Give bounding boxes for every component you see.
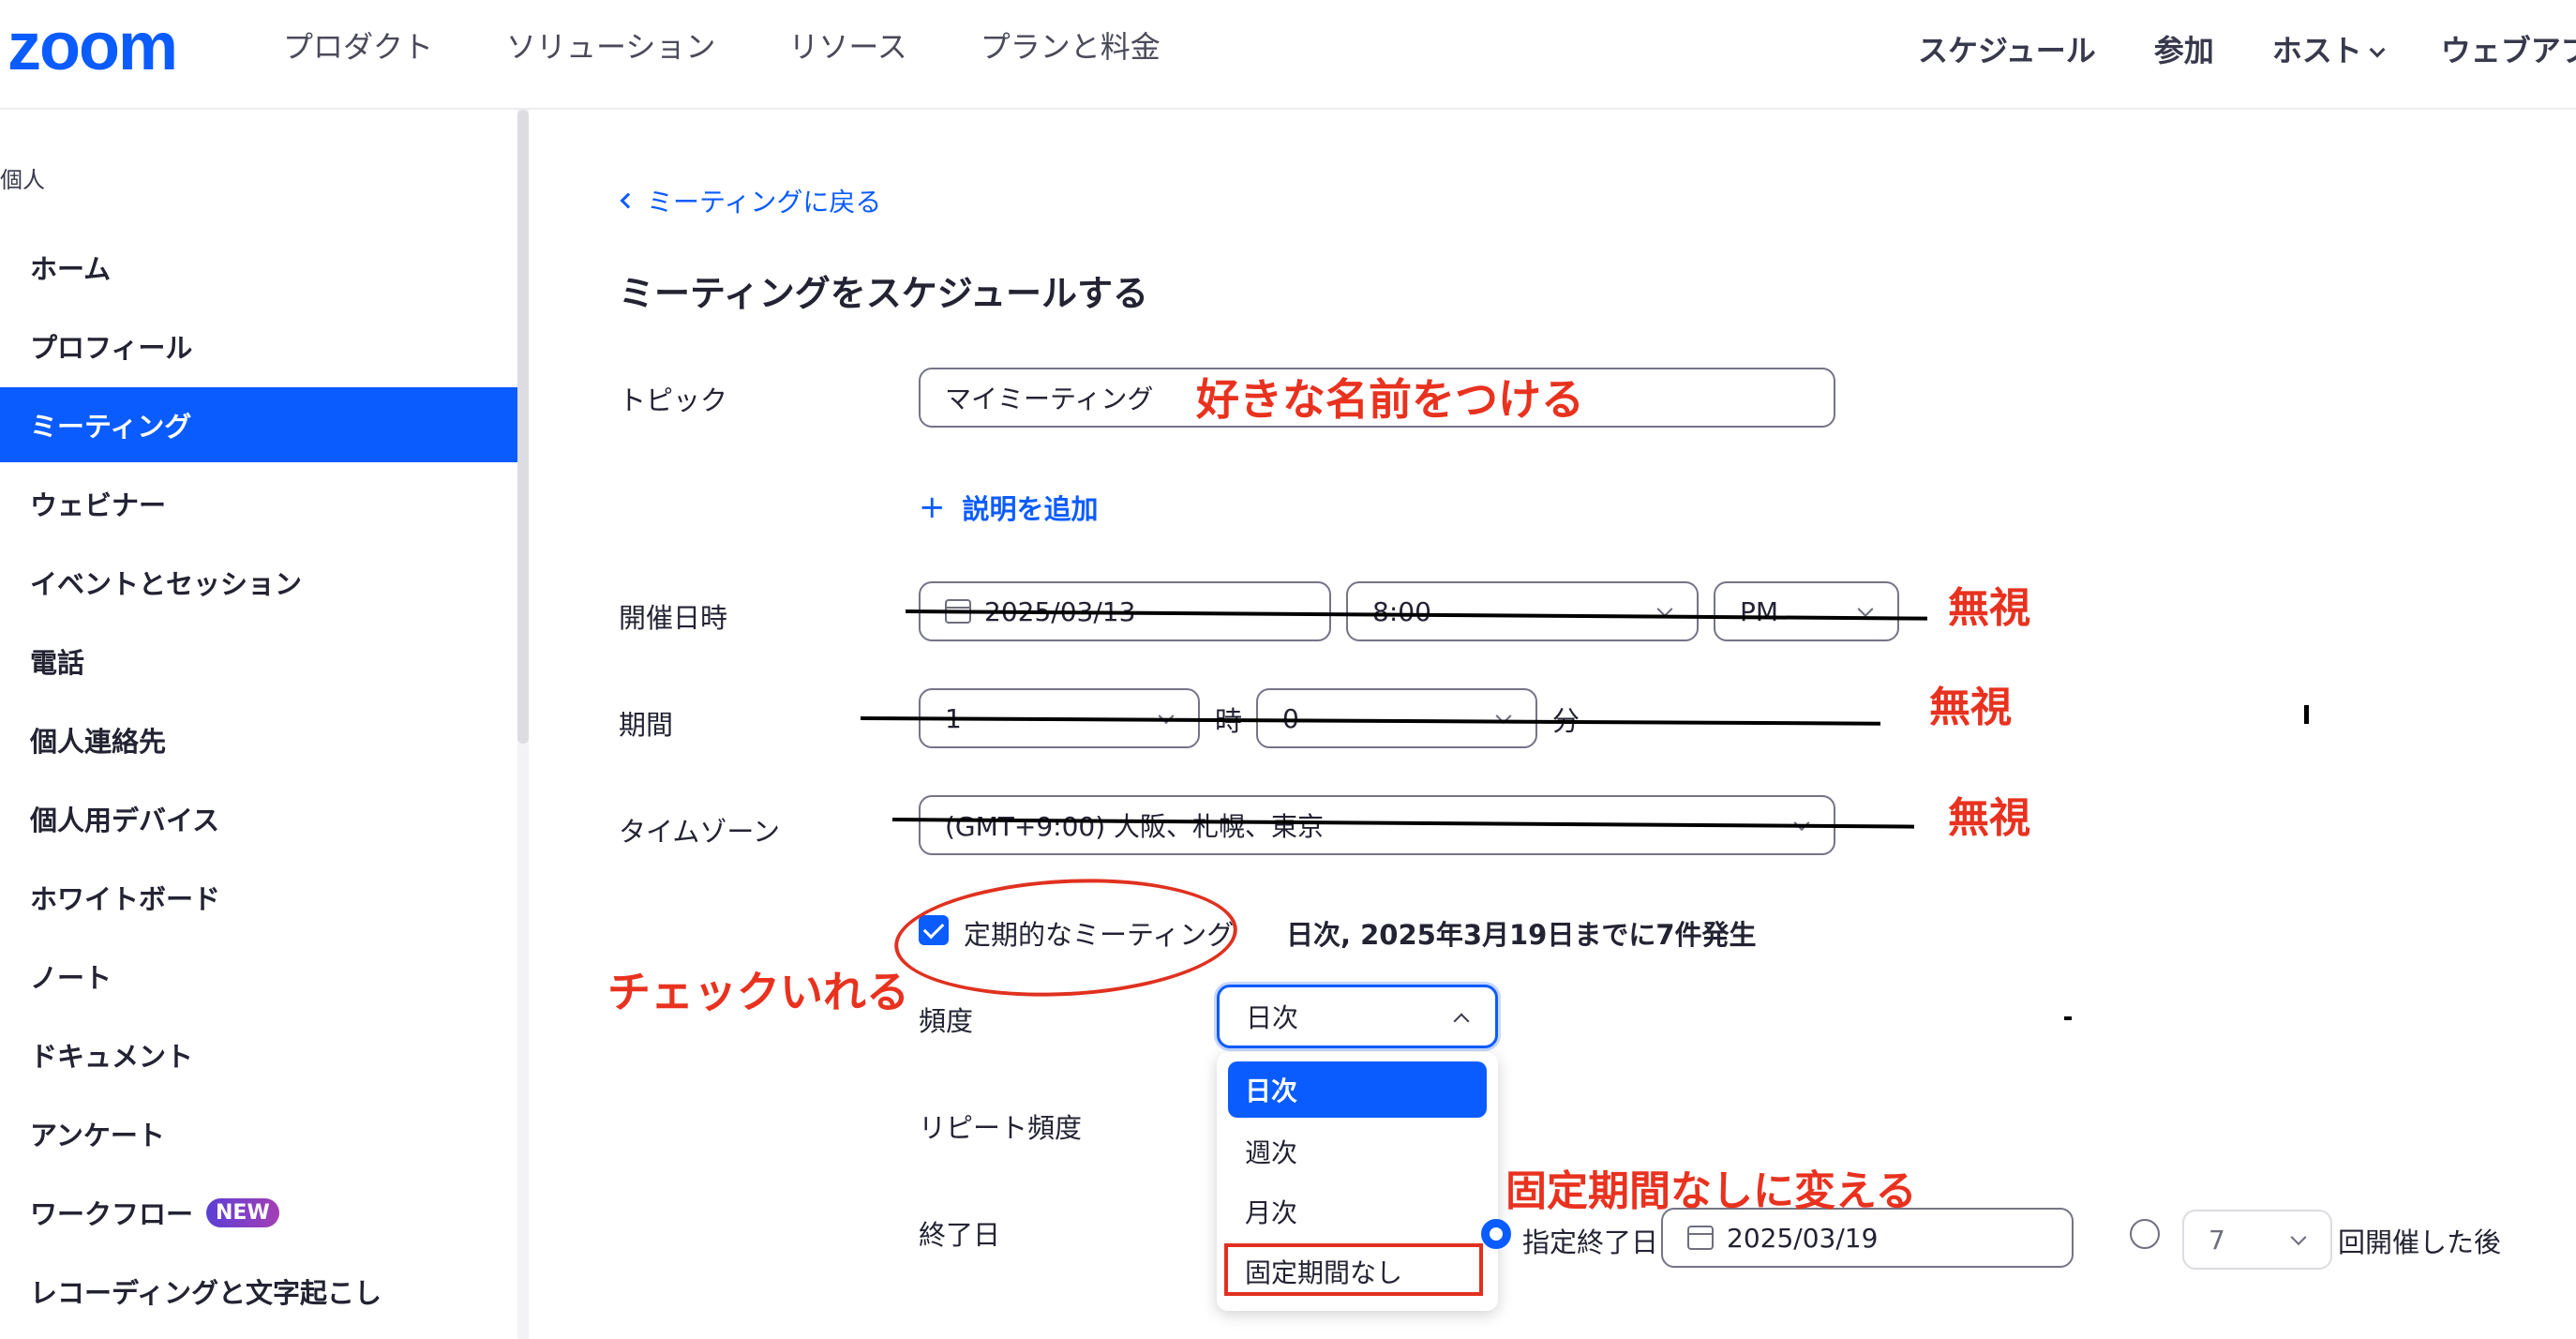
sidebar-item-label: ドキュメント bbox=[30, 1041, 194, 1073]
nav-item-products[interactable]: プロダクト bbox=[283, 26, 433, 68]
sidebar-item-whiteboards[interactable]: ホワイトボード bbox=[0, 860, 517, 935]
chevron-down-icon bbox=[2369, 41, 2386, 58]
occurrences-value: 7 bbox=[2209, 1224, 2225, 1256]
sidebar-item-label: レコーディングと文字起こし bbox=[30, 1277, 382, 1309]
top-nav: zoom プロダクト ソリューション リソース プランと料金 スケジュール 参加… bbox=[0, 0, 2576, 110]
sidebar-item-profile[interactable]: プロフィール bbox=[0, 308, 517, 384]
chevron-up-icon bbox=[1453, 1013, 1470, 1030]
sidebar-item-recordings[interactable]: レコーディングと文字起こし bbox=[0, 1254, 517, 1329]
sidebar-item-label: ミーティング bbox=[30, 411, 192, 443]
timezone-value: (GMT+9:00) 大阪、札幌、東京 bbox=[945, 811, 1325, 842]
topic-input-value: マイミーティング bbox=[945, 384, 1154, 414]
repeat-every-label: リピート頻度 bbox=[919, 1112, 1083, 1144]
nav-item-webapp[interactable]: ウェブアプ bbox=[2441, 30, 2576, 71]
chevron-down-icon bbox=[2290, 1229, 2307, 1246]
add-description-button[interactable]: + 説明を追加 bbox=[919, 488, 1099, 527]
annotation-ignore-duration: 無視 bbox=[1929, 684, 2012, 731]
ampm-select[interactable]: PM bbox=[1714, 581, 1899, 641]
occurrences-select[interactable]: 7 bbox=[2182, 1210, 2332, 1270]
nav-item-schedule[interactable]: スケジュール bbox=[1918, 30, 2096, 71]
frequency-label: 頻度 bbox=[919, 1005, 974, 1037]
annotation-name-it: 好きな名前をつける bbox=[1196, 374, 1584, 425]
frequency-select[interactable]: 日次 bbox=[1217, 985, 1498, 1048]
sidebar-item-label: プロフィール bbox=[30, 332, 193, 364]
sidebar-item-devices[interactable]: 個人用デバイス bbox=[0, 781, 517, 856]
new-badge: NEW bbox=[206, 1197, 279, 1227]
zoom-logo[interactable]: zoom bbox=[7, 13, 178, 81]
sidebar-item-webinars[interactable]: ウェビナー bbox=[0, 466, 517, 541]
sidebar-item-events[interactable]: イベントとセッション bbox=[0, 545, 517, 620]
chevron-left-icon bbox=[620, 192, 637, 209]
calendar-icon bbox=[1687, 1226, 1714, 1250]
sidebar-item-label: ノート bbox=[30, 962, 112, 994]
timezone-label: タイムゾーン bbox=[619, 816, 780, 848]
plus-icon: + bbox=[919, 489, 946, 526]
annotation-change-to-no-fixed: 固定期間なしに変える bbox=[1505, 1167, 1917, 1215]
sidebar-scrollbar-thumb[interactable] bbox=[517, 110, 529, 744]
frequency-value: 日次 bbox=[1246, 1002, 1299, 1033]
duration-label: 期間 bbox=[619, 709, 674, 741]
end-by-date-label: 指定終了日 bbox=[1522, 1226, 1659, 1258]
end-after-occurrences-radio[interactable] bbox=[2130, 1219, 2160, 1249]
back-link-label: ミーティングに戻る bbox=[647, 187, 882, 218]
chevron-down-icon bbox=[1857, 601, 1874, 618]
annotation-ignore-datetime: 無視 bbox=[1948, 584, 2030, 632]
nav-host-label: ホスト bbox=[2271, 33, 2362, 68]
stray-mark bbox=[2304, 705, 2309, 724]
sidebar-item-phone[interactable]: 電話 bbox=[0, 624, 517, 699]
time-value: 8:00 bbox=[1372, 595, 1431, 627]
nav-item-host[interactable]: ホスト bbox=[2271, 30, 2386, 71]
back-to-meetings-link[interactable]: ミーティングに戻る bbox=[620, 182, 882, 219]
time-select[interactable]: 8:00 bbox=[1346, 581, 1699, 641]
sidebar-item-docs[interactable]: ドキュメント bbox=[0, 1017, 517, 1092]
nav-primary-menu: プロダクト ソリューション リソース プランと料金 bbox=[283, 26, 1161, 68]
sidebar-item-label: イベントとセッション bbox=[30, 568, 303, 600]
ampm-value: PM bbox=[1740, 595, 1779, 627]
sidebar-item-label: 電話 bbox=[30, 647, 85, 679]
sidebar-item-home[interactable]: ホーム bbox=[0, 230, 517, 305]
sidebar-item-label: ワークフロー bbox=[30, 1198, 194, 1230]
page-title: ミーティングをスケジュールする bbox=[619, 273, 1149, 314]
nav-item-solutions[interactable]: ソリューション bbox=[506, 26, 715, 68]
sidebar-item-workflows[interactable]: ワークフロー NEW bbox=[0, 1175, 517, 1250]
end-by-date-radio[interactable] bbox=[1481, 1219, 1511, 1249]
sidebar-item-label: アンケート bbox=[30, 1120, 165, 1151]
sidebar-item-label: ウェビナー bbox=[30, 489, 167, 521]
sidebar-item-notes[interactable]: ノート bbox=[0, 939, 517, 1014]
annotation-circle bbox=[891, 870, 1240, 1005]
after-occurrences-label: 回開催した後 bbox=[2338, 1226, 2502, 1258]
chevron-down-icon bbox=[1793, 815, 1810, 832]
add-description-label: 説明を追加 bbox=[962, 493, 1099, 525]
sidebar-item-label: ホーム bbox=[30, 253, 112, 285]
stray-mark bbox=[2064, 1016, 2072, 1020]
sidebar-item-meetings[interactable]: ミーティング bbox=[0, 387, 517, 462]
nav-item-pricing[interactable]: プランと料金 bbox=[981, 26, 1161, 68]
end-date-label: 終了日 bbox=[919, 1219, 1001, 1251]
topic-label: トピック bbox=[619, 384, 728, 416]
sidebar-item-label: 個人連絡先 bbox=[30, 726, 167, 758]
annotation-check-it: チェックいれる bbox=[607, 967, 909, 1017]
annotation-ignore-timezone: 無視 bbox=[1948, 794, 2030, 842]
nav-item-resources[interactable]: リソース bbox=[788, 26, 906, 68]
sidebar-section-personal: 個人 bbox=[0, 167, 45, 193]
sidebar-item-label: 個人用デバイス bbox=[30, 805, 220, 836]
frequency-option-daily[interactable]: 日次 bbox=[1228, 1061, 1487, 1118]
annotation-highlight-box bbox=[1224, 1243, 1483, 1296]
end-date-value: 2025/03/19 bbox=[1727, 1222, 1879, 1254]
nav-secondary-menu: スケジュール 参加 ホスト ウェブアプ bbox=[1918, 30, 2576, 71]
frequency-option-weekly[interactable]: 週次 bbox=[1228, 1123, 1487, 1180]
nav-item-join[interactable]: 参加 bbox=[2154, 30, 2214, 71]
sidebar-item-label: ホワイトボード bbox=[30, 883, 221, 915]
sidebar-item-contacts[interactable]: 個人連絡先 bbox=[0, 702, 517, 777]
sidebar-item-surveys[interactable]: アンケート bbox=[0, 1096, 517, 1171]
recurrence-summary: 日次, 2025年3月19日までに7件発生 bbox=[1286, 919, 1757, 951]
datetime-label: 開催日時 bbox=[619, 602, 728, 634]
frequency-option-monthly[interactable]: 月次 bbox=[1228, 1183, 1487, 1240]
